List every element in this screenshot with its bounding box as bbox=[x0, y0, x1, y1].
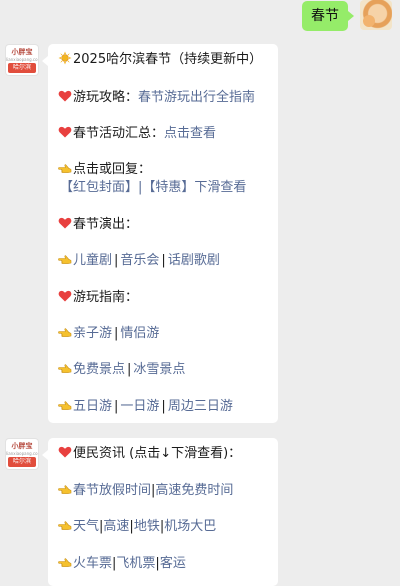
tips-links-row-1: 亲子游 | 情侣游 bbox=[58, 325, 272, 343]
card2-title: 便民资讯 (点击↓下滑查看)： bbox=[73, 446, 242, 461]
pointing-hand-icon bbox=[58, 361, 72, 375]
shows-label: 春节演出： bbox=[73, 217, 139, 232]
events-row: 春节活动汇总：点击查看 bbox=[58, 125, 272, 143]
pointing-hand-icon bbox=[58, 518, 72, 532]
pointing-hand-icon bbox=[58, 252, 72, 266]
pointing-hand-icon bbox=[58, 482, 72, 496]
bot-brand: 小胖宝 bbox=[11, 48, 33, 56]
weather-link[interactable]: 天气 bbox=[73, 519, 99, 534]
outgoing-bubble[interactable]: 春节 bbox=[302, 1, 354, 31]
tips-label-row: 游玩指南： bbox=[58, 289, 272, 307]
heart-icon bbox=[58, 89, 72, 103]
holiday-links-row: 春节放假时间|高速免费时间 bbox=[58, 482, 272, 500]
holiday-schedule-link[interactable]: 春节放假时间 bbox=[73, 483, 151, 498]
user-avatar[interactable] bbox=[360, 0, 392, 30]
bot-avatar[interactable]: 小胖宝 lianxiaopang.com 哈尔滨 bbox=[6, 439, 38, 469]
reply-card-2: 便民资讯 (点击↓下滑查看)： 春节放假时间|高速免费时间 天气|高速|地铁|机… bbox=[42, 438, 278, 586]
guide-link[interactable]: 春节游玩出行全指南 bbox=[138, 90, 255, 105]
shows-label-row: 春节演出： bbox=[58, 216, 272, 234]
guide-row: 游玩攻略：春节游玩出行全指南 bbox=[58, 89, 272, 107]
tips-links-row-2: 免费景点 | 冰雪景点 bbox=[58, 361, 272, 379]
card2-title-row: 便民资讯 (点击↓下滑查看)： bbox=[58, 445, 272, 463]
tips-label: 游玩指南： bbox=[73, 290, 139, 305]
heart-icon bbox=[58, 289, 72, 303]
one-day-trip-link[interactable]: 一日游 bbox=[120, 399, 159, 414]
nearby-three-day-trip-link[interactable]: 周边三日游 bbox=[168, 399, 233, 414]
separator: | bbox=[161, 399, 166, 414]
pointing-hand-icon bbox=[58, 398, 72, 412]
heart-icon bbox=[58, 216, 72, 230]
airport-bus-link[interactable]: 机场大巴 bbox=[164, 519, 216, 534]
free-attractions-link[interactable]: 免费景点 bbox=[73, 362, 125, 377]
heart-icon bbox=[58, 125, 72, 139]
outgoing-message: 春节 bbox=[0, 0, 400, 36]
pointing-hand-icon bbox=[58, 555, 72, 569]
card1-title: 2025哈尔滨春节（持续更新中） bbox=[73, 52, 263, 67]
heart-icon bbox=[58, 445, 72, 459]
family-trip-link[interactable]: 亲子游 bbox=[73, 326, 112, 341]
reply-options[interactable]: 【红包封面】|【特惠】下滑查看 bbox=[60, 180, 246, 195]
events-link[interactable]: 点击查看 bbox=[164, 126, 216, 141]
drama-opera-link[interactable]: 话剧歌剧 bbox=[168, 253, 220, 268]
five-day-trip-link[interactable]: 五日游 bbox=[73, 399, 112, 414]
reply-hint-row: 点击或回复： bbox=[58, 161, 272, 179]
bot-city-tag: 哈尔滨 bbox=[8, 63, 36, 73]
flight-ticket-link[interactable]: 飞机票 bbox=[116, 556, 155, 571]
reply-options-row: 【红包封面】|【特惠】下滑查看 bbox=[60, 179, 272, 197]
events-label: 春节活动汇总： bbox=[73, 126, 165, 141]
bot-avatar[interactable]: 小胖宝 lianxiaopang.com 哈尔滨 bbox=[6, 45, 38, 75]
highway-free-time-link[interactable]: 高速免费时间 bbox=[155, 483, 233, 498]
highway-link[interactable]: 高速 bbox=[103, 519, 129, 534]
shows-links-row: 儿童剧 | 音乐会 | 话剧歌剧 bbox=[58, 252, 272, 270]
bot-brand-sub: lianxiaopang.com bbox=[6, 451, 38, 456]
separator: | bbox=[161, 253, 166, 268]
couple-trip-link[interactable]: 情侣游 bbox=[120, 326, 159, 341]
pointing-hand-icon bbox=[58, 161, 72, 175]
reply-label: 点击或回复： bbox=[73, 162, 152, 177]
ice-snow-attractions-link[interactable]: 冰雪景点 bbox=[133, 362, 185, 377]
children-drama-link[interactable]: 儿童剧 bbox=[73, 253, 112, 268]
guide-label: 游玩攻略： bbox=[73, 90, 139, 105]
transport-links-row: 天气|高速|地铁|机场大巴 bbox=[58, 518, 272, 536]
pointing-hand-icon bbox=[58, 325, 72, 339]
bot-brand: 小胖宝 bbox=[11, 442, 33, 450]
sun-icon bbox=[58, 51, 72, 65]
bot-city-tag: 哈尔滨 bbox=[8, 457, 36, 467]
reply-card-1: 2025哈尔滨春节（持续更新中） 游玩攻略：春节游玩出行全指南 春节活动汇总：点… bbox=[42, 44, 278, 423]
tips-links-row-3: 五日游 | 一日游 | 周边三日游 bbox=[58, 398, 272, 416]
train-ticket-link[interactable]: 火车票 bbox=[73, 556, 112, 571]
bot-brand-sub: lianxiaopang.com bbox=[6, 57, 38, 62]
concert-link[interactable]: 音乐会 bbox=[120, 253, 159, 268]
coach-link[interactable]: 客运 bbox=[160, 556, 186, 571]
card1-title-row: 2025哈尔滨春节（持续更新中） bbox=[58, 51, 272, 69]
tickets-links-row: 火车票|飞机票|客运 bbox=[58, 555, 272, 573]
subway-link[interactable]: 地铁 bbox=[134, 519, 160, 534]
